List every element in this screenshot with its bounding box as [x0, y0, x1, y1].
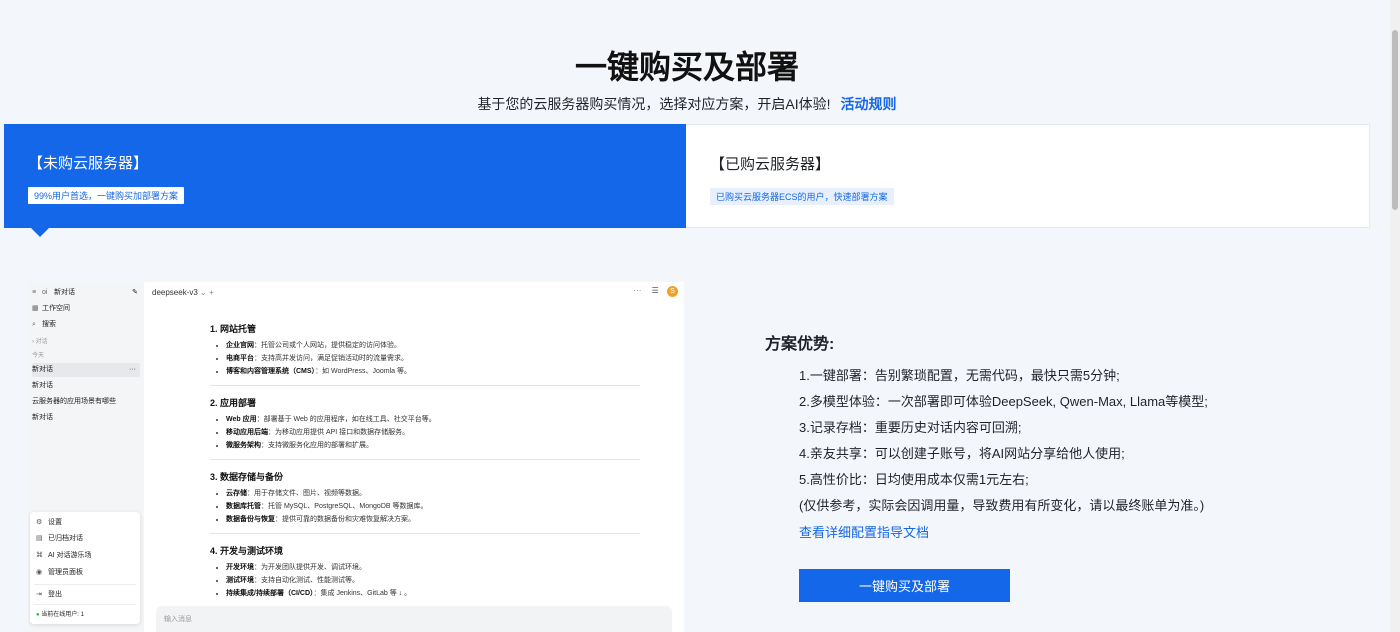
- content-section: 2. 应用部署 Web 应用：部署基于 Web 的应用程序，如在线工具、社交平台…: [210, 396, 640, 452]
- list-item: 博客和内容管理系统（CMS）：如 WordPress、Joomla 等。: [226, 365, 640, 378]
- list-item: 电商平台：支持高并发访问，满足促销活动时的流量需求。: [226, 352, 640, 365]
- page-subtitle: 基于您的云服务器购买情况，选择对应方案，开启AI体验! 活动规则: [0, 94, 1374, 114]
- page-title: 一键购买及部署: [574, 49, 799, 85]
- section-heading: 1. 网站托管: [210, 324, 257, 334]
- section-heading: 4. 开发与测试环境: [210, 546, 284, 556]
- menu-divider: [34, 604, 136, 605]
- subtitle-text: 基于您的云服务器购买情况，选择对应方案，开启AI体验!: [477, 96, 831, 112]
- sidebar-chat-item: 新对话: [32, 414, 53, 421]
- scrollbar-thumb[interactable]: [1392, 30, 1398, 210]
- menu-icon: ≡: [32, 289, 37, 296]
- user-icon: ◉: [36, 569, 43, 576]
- content-section: 3. 数据存储与备份 云存储：用于存储文件、图片、视频等数据。 数据库托管：托管…: [210, 470, 640, 526]
- plus-icon: +: [208, 288, 214, 297]
- list-item: 数据库托管：托管 MySQL、PostgreSQL、MongoDB 等数据库。: [226, 500, 640, 513]
- menu-item-playground: ⌘ AI 对话游乐场: [36, 549, 92, 563]
- list-item: 开发环境：为开发团队提供开发、调试环境。: [226, 561, 640, 574]
- sidebar-group: › 对话: [32, 335, 140, 349]
- list-item: 数据备份与恢复：提供可靠的数据备份和灾难恢复解决方案。: [226, 513, 640, 526]
- section-divider: [210, 533, 640, 534]
- menu-label: 设置: [48, 519, 62, 526]
- list-item: 云存储：用于存储文件、图片、视频等数据。: [226, 487, 640, 500]
- sidebar-today: 今天: [32, 353, 45, 359]
- sidebar-header-label: 新对话: [53, 289, 75, 296]
- section-heading: 3. 数据存储与备份: [210, 472, 284, 482]
- tab-purchased[interactable]: 【已购云服务器】 已购买云服务器ECS的用户，快速部署方案: [686, 124, 1370, 228]
- sidebar-item-label: 工作空间: [42, 305, 70, 312]
- top-actions: ··· ☰ S: [633, 286, 678, 297]
- menu-item-archived: ▤ 已归档对话: [36, 532, 83, 546]
- model-selector: deepseek-v3 ⌄ +: [152, 288, 214, 297]
- archive-icon: ▤: [36, 535, 43, 542]
- advantage-note: (仅供参考，实际会因调用量，导致费用有所变化，请以最终账单为准。): [799, 498, 1205, 513]
- logo-icon: oi: [42, 289, 48, 296]
- more-icon: ···: [633, 286, 642, 295]
- sidebar-item-workspace: ▦ 工作空间: [32, 302, 140, 316]
- tab-badge: 已购买云服务器ECS的用户，快速部署方案: [710, 188, 894, 205]
- online-users: ● 当前在线用户: 1: [36, 608, 84, 622]
- tab-title: 【未购云服务器】: [28, 155, 149, 172]
- scrollbar[interactable]: [1390, 0, 1400, 632]
- list-item: 持续集成/持续部署（CI/CD）：集成 Jenkins、GitLab 等 ↓ 。: [226, 587, 640, 600]
- menu-item-logout: ⇥ 登出: [36, 588, 62, 602]
- sidebar-search-label: 搜索: [42, 321, 56, 328]
- sliders-icon: ☰: [651, 286, 659, 295]
- advantage-item: 3.记录存档：重要历史对话内容可回溯;: [799, 420, 1022, 435]
- sidebar-search: ⌕ 搜索: [32, 318, 140, 332]
- sidebar-group-label: 对话: [35, 339, 48, 345]
- advantage-item: 2.多模型体验：一次部署即可体验DeepSeek, Qwen-Max, Llam…: [799, 394, 1208, 409]
- chevron-down-icon: ⌄: [200, 288, 209, 297]
- tab-title: 【已购云服务器】: [710, 156, 831, 173]
- buy-deploy-button[interactable]: 一键购买及部署: [799, 569, 1010, 602]
- chat-title: 新对话: [32, 366, 53, 373]
- content-section: 4. 开发与测试环境 开发环境：为开发团队提供开发、调试环境。 测试环境：支持自…: [210, 544, 640, 600]
- gear-icon: ⚙: [36, 519, 43, 526]
- rules-link[interactable]: 活动规则: [841, 96, 897, 112]
- sidebar-chat-item: 新对话: [32, 382, 53, 389]
- sidebar-chat-item: 新对话 ···: [32, 363, 140, 377]
- active-tab-pointer: [31, 228, 49, 237]
- content-section: 1. 网站托管 企业官网：托管公司或个人网站，提供稳定的访问体验。 电商平台：支…: [210, 322, 640, 378]
- advantage-item: 4.亲友共享：可以创建子账号，将AI网站分享给他人使用;: [799, 446, 1125, 461]
- menu-label: 管理员面板: [48, 569, 83, 576]
- tab-not-purchased[interactable]: 【未购云服务器】 99%用户首选，一键购买加部署方案: [4, 124, 686, 228]
- list-item: Web 应用：部署基于 Web 的应用程序，如在线工具、社交平台等。: [226, 413, 640, 426]
- menu-label: AI 对话游乐场: [48, 552, 92, 559]
- avatar: S: [667, 286, 678, 297]
- code-icon: ⌘: [36, 552, 43, 559]
- search-icon: ⌕: [32, 321, 36, 328]
- list-item: 测试环境：支持自动化测试、性能测试等。: [226, 574, 640, 587]
- sidebar-header: ≡ oi 新对话 ✎: [32, 286, 140, 300]
- tab-badge: 99%用户首选，一键购买加部署方案: [28, 187, 185, 204]
- list-item: 微服务架构：支持微服务化应用的部署和扩展。: [226, 439, 640, 452]
- menu-label: 已归档对话: [48, 535, 83, 542]
- user-menu: ⚙ 设置 ▤ 已归档对话 ⌘ AI 对话游乐场 ◉ 管理员面板 ⇥ 登出 ● 当前在线用户…: [30, 512, 140, 624]
- edit-icon: ✎: [132, 289, 138, 296]
- app-sidebar: ≡ oi 新对话 ✎ ▦ 工作空间 ⌕ 搜索 › 对话 今天 新对话 ··· 新对话 …: [28, 282, 144, 632]
- logout-icon: ⇥: [36, 591, 42, 598]
- online-users-label: 当前在线用户: 1: [41, 612, 84, 618]
- section-divider: [210, 459, 640, 460]
- message-input: 输入消息: [156, 606, 672, 632]
- menu-divider: [34, 584, 136, 585]
- app-screenshot: ≡ oi 新对话 ✎ ▦ 工作空间 ⌕ 搜索 › 对话 今天 新对话 ··· 新对话 …: [28, 282, 684, 632]
- sidebar-chat-item: 云服务器的应用场景有哪些: [32, 398, 116, 405]
- menu-item-admin: ◉ 管理员面板: [36, 566, 83, 580]
- section-divider: [210, 385, 640, 386]
- grid-icon: ▦: [32, 305, 39, 312]
- more-icon: ···: [129, 366, 136, 373]
- section-heading: 2. 应用部署: [210, 398, 257, 408]
- advantages-title: 方案优势:: [765, 336, 835, 353]
- list-item: 企业官网：托管公司或个人网站，提供稳定的访问体验。: [226, 339, 640, 352]
- list-item: 移动应用后端：为移动应用提供 API 接口和数据存储服务。: [226, 426, 640, 439]
- config-guide-link[interactable]: 查看详细配置指导文档: [799, 522, 929, 541]
- advantages-list: 1.一键部署：告别繁琐配置，无需代码，最快只需5分钟; 2.多模型体验：一次部署…: [799, 366, 1208, 522]
- model-name: deepseek-v3: [152, 288, 198, 297]
- menu-item-settings: ⚙ 设置: [36, 516, 62, 530]
- menu-label: 登出: [48, 591, 62, 598]
- advantage-item: 5.高性价比：日均使用成本仅需1元左右;: [799, 472, 1029, 487]
- advantage-item: 1.一键部署：告别繁琐配置，无需代码，最快只需5分钟;: [799, 368, 1120, 383]
